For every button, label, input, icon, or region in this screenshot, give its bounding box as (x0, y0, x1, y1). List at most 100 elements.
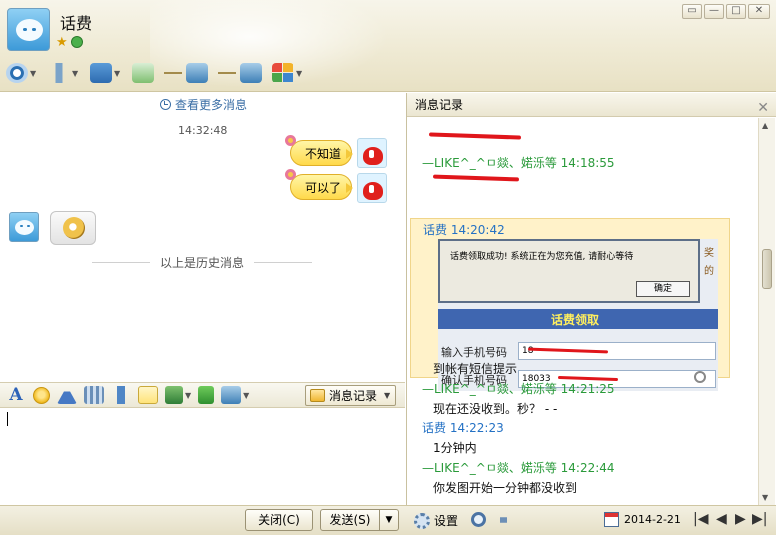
chevron-down-icon[interactable]: ▼ (72, 69, 80, 78)
format-toolbar: A ▼ ▼ 消息记录 ▼ (0, 382, 405, 408)
more-messages-link[interactable]: 查看更多消息 (160, 96, 247, 113)
history-entry-header: 话费 14:22:23 (422, 419, 504, 436)
remote-desktop-button[interactable] (186, 61, 208, 85)
next-page-icon[interactable]: ▶ (735, 511, 746, 527)
scroll-up-icon[interactable]: ▲ (762, 121, 768, 130)
avatar-eye (20, 225, 23, 227)
close-window-button[interactable]: ✕ (748, 4, 770, 19)
history-entry-header: 话费 14:20:42 (423, 221, 505, 238)
history-entry-header: —LIKE^_^ㅁ燚、婼泺等 14:21:25 (422, 380, 615, 397)
message-bubble: 可以了 (285, 169, 354, 200)
chevron-down-icon[interactable]: ▼ (296, 69, 304, 78)
contact-name: 话费 (60, 14, 93, 33)
history-separator: 以上是历史消息 (92, 254, 312, 271)
history-entry-header: —LIKE^_^ㅁ燚、婼泺等 14:18:55 (422, 154, 615, 171)
message-history-label: 消息记录 (329, 389, 378, 403)
decorative-chain (218, 72, 236, 74)
grid-icon (272, 63, 294, 83)
send-file-button[interactable]: ▼ (90, 61, 122, 85)
history-header: 消息记录 ✕ (407, 93, 776, 117)
history-title: 消息记录 (415, 98, 464, 112)
avatar-face (16, 19, 43, 41)
maximize-button[interactable]: □ (726, 4, 746, 19)
contact-status-icons: ★ (56, 36, 83, 50)
text-caret (7, 412, 8, 426)
ok-hand-sticker-icon (63, 217, 85, 239)
side-char: 的 (704, 266, 714, 277)
my-avatar[interactable] (357, 138, 387, 168)
close-icon[interactable]: ✕ (757, 96, 769, 120)
search-icon[interactable] (471, 512, 486, 527)
history-settings-button[interactable]: 设置 (414, 512, 458, 529)
sender-name: 话费 (422, 421, 447, 435)
app-button[interactable] (132, 61, 154, 85)
history-entry-header: —LIKE^_^ㅁ燚、婼泺等 14:22:44 (422, 459, 615, 476)
image-icon[interactable] (165, 386, 183, 404)
video-message-icon[interactable] (84, 386, 104, 404)
share-screen-button[interactable] (240, 61, 262, 85)
message-input[interactable] (0, 408, 405, 505)
apps-button[interactable]: ▼ (272, 61, 304, 85)
message-history-button[interactable]: 消息记录 ▼ (305, 385, 396, 406)
calendar-icon[interactable] (604, 512, 619, 527)
dialog-box: 话费领取成功! 系统正在为您充值, 请耐心等待 确定 (438, 239, 700, 303)
chevron-down-icon[interactable]: ▼ (30, 69, 38, 78)
history-date[interactable]: 2014-2-21 (624, 513, 681, 526)
contact-avatar[interactable] (7, 8, 50, 51)
sender-name: —LIKE^_^ㅁ燚、婼泺等 (422, 461, 557, 475)
chat-messages[interactable]: 查看更多消息 14:32:48 不知道 可以了 以上是历史消息 (0, 92, 405, 382)
last-page-icon[interactable]: ▶| (752, 511, 767, 527)
online-status-icon (71, 36, 83, 48)
first-page-icon[interactable]: |◀ (693, 511, 708, 527)
scroll-down-icon[interactable]: ▼ (762, 493, 768, 502)
flower-icon (285, 135, 296, 146)
doodle-icon[interactable] (138, 386, 158, 404)
voice-message-icon[interactable] (111, 386, 131, 404)
send-image-icon[interactable] (198, 386, 215, 404)
history-message: 你发图开始一分钟都没收到 (433, 481, 578, 495)
more-messages-label[interactable]: 查看更多消息 (175, 96, 247, 113)
sender-name: —LIKE^_^ㅁ燚、婼泺等 (422, 156, 557, 170)
history-scrollbar[interactable]: ▲ ▼ (758, 118, 775, 505)
bottom-bar: 关闭(C) 发送(S) ▼ 设置 2014-2-21 |◀ ◀ ▶ ▶| (0, 505, 776, 535)
redaction-mark (432, 174, 520, 182)
star-icon: ★ (56, 35, 68, 50)
history-icon (310, 389, 325, 402)
screenshot-icon[interactable] (221, 386, 242, 404)
microphone-icon (48, 63, 70, 83)
history-message: 1分钟内 (433, 441, 477, 455)
skin-button[interactable]: ▭ (682, 4, 702, 19)
side-char: 奖 (704, 248, 714, 259)
minimize-button[interactable]: — (704, 4, 724, 19)
history-panel: 消息记录 ✕ —LIKE^_^ㅁ燚、婼泺等 14:18:55 话费 14:20:… (406, 93, 776, 505)
folder-icon (90, 63, 112, 83)
emoji-icon[interactable] (33, 386, 50, 404)
chevron-down-icon: ▼ (384, 391, 391, 400)
top-toolbar: ▼ ▼ ▼ ▼ (6, 60, 314, 86)
chevron-down-icon[interactable]: ▼ (185, 391, 191, 400)
chevron-down-icon[interactable]: ▼ (243, 391, 249, 400)
chevron-down-icon[interactable]: ▼ (114, 69, 122, 78)
title-bar: 话费 ★ ▭ — □ ✕ ▼ ▼ ▼ ▼ (0, 0, 776, 92)
scroll-thumb[interactable] (762, 249, 772, 289)
close-button[interactable]: 关闭(C) (245, 509, 313, 531)
decorative-chain (164, 72, 182, 74)
camera-icon (6, 63, 28, 83)
nudge-icon[interactable] (57, 386, 77, 404)
avatar-eye (27, 225, 30, 227)
contact-avatar-small[interactable] (9, 212, 39, 242)
redaction-mark (428, 132, 522, 140)
history-list[interactable]: —LIKE^_^ㅁ燚、婼泺等 14:18:55 话费 14:20:42 话费领取… (407, 118, 757, 505)
previous-page-icon[interactable]: ◀ (716, 511, 727, 527)
side-text: 奖 的 (704, 245, 714, 281)
send-options-button[interactable]: ▼ (379, 509, 399, 531)
send-button[interactable]: 发送(S) (320, 509, 380, 531)
message-time: 14:22:23 (449, 421, 504, 435)
voice-call-button[interactable]: ▼ (48, 61, 80, 85)
video-call-button[interactable]: ▼ (6, 61, 38, 85)
avatar-highlight (369, 185, 374, 193)
font-icon[interactable]: A (6, 386, 26, 404)
speaker-icon[interactable] (500, 513, 514, 527)
clock-icon (160, 99, 171, 110)
my-avatar[interactable] (357, 173, 387, 203)
